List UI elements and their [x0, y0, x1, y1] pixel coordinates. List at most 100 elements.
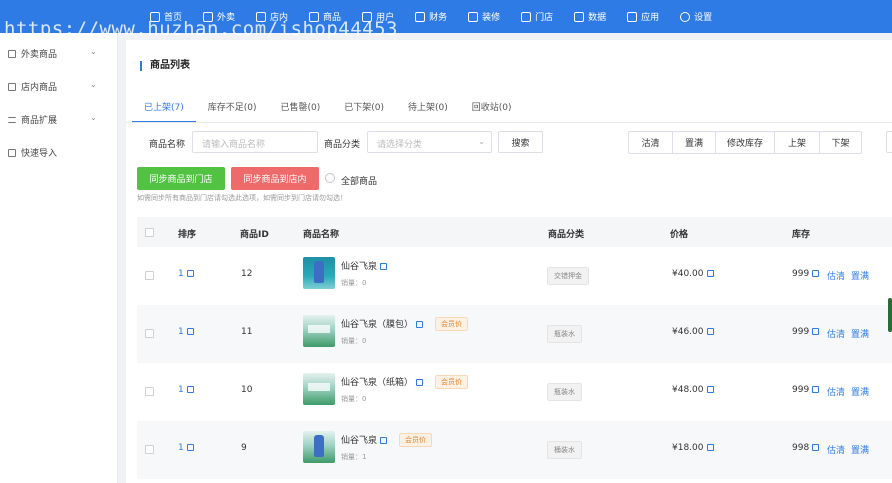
stock[interactable]: 999: [792, 385, 820, 395]
tab-on-sale[interactable]: 已上架(7): [132, 98, 196, 123]
batch-on-shelf-button[interactable]: 上架: [775, 132, 820, 153]
price[interactable]: ¥40.00: [672, 269, 714, 279]
row-sellout-link[interactable]: 估清: [827, 443, 845, 456]
row-fill-link[interactable]: 置满: [851, 385, 869, 398]
row-checkbox[interactable]: [145, 271, 154, 280]
shop-icon: [521, 11, 532, 22]
sidebar-item-instore-goods[interactable]: 店内商品: [8, 80, 57, 93]
tab-recycle-bin[interactable]: 回收站(0): [472, 98, 512, 123]
sidebar-item-quick-import[interactable]: 快速导入: [8, 146, 57, 159]
batch-off-shelf-button[interactable]: 下架: [820, 132, 861, 153]
category-select[interactable]: 请选择分类 ⌄: [367, 131, 492, 153]
nav-item-apps[interactable]: 应用: [627, 10, 659, 23]
scrollbar-handle[interactable]: [888, 298, 892, 332]
edit-icon[interactable]: [380, 263, 388, 270]
search-button[interactable]: 搜索: [498, 131, 543, 153]
table-row: 1 9 仙谷飞泉 会员价 销量：1 桶装水 ¥18.00 998 估清 置满: [137, 421, 892, 479]
col-stock: 库存: [792, 230, 811, 240]
row-sellout-link[interactable]: 估清: [827, 327, 845, 340]
product-name[interactable]: 仙谷飞泉: [341, 259, 388, 272]
row-checkbox[interactable]: [145, 329, 154, 338]
product-sales: 销量：0: [341, 279, 367, 287]
main-panel: 商品列表 已上架(7) 库存不足(0) 已售罄(0) 已下架(0) 待上架(0)…: [126, 40, 892, 483]
stock[interactable]: 999: [792, 327, 820, 337]
edit-icon[interactable]: [186, 444, 194, 451]
finance-icon: [415, 11, 426, 22]
sidebar: 外卖商品 ⌄ 店内商品 ⌄ 商品扩展 ⌄ 快速导入: [0, 33, 118, 483]
edit-icon[interactable]: [812, 386, 820, 393]
edit-icon[interactable]: [706, 444, 714, 451]
data-icon: [574, 11, 585, 22]
tab-off-shelf[interactable]: 已下架(0): [344, 98, 384, 123]
list-icon: [8, 116, 16, 123]
chevron-down-icon[interactable]: ⌄: [90, 113, 97, 122]
stock[interactable]: 998: [792, 443, 820, 453]
sort-value[interactable]: 1: [178, 269, 194, 279]
edit-icon[interactable]: [812, 444, 820, 451]
row-fill-link[interactable]: 置满: [851, 327, 869, 340]
sidebar-item-takeout-goods[interactable]: 外卖商品: [8, 47, 57, 60]
category-tag: 桶装水: [547, 441, 582, 459]
batch-sellout-button[interactable]: 沽清: [629, 132, 673, 153]
chevron-down-icon[interactable]: ⌄: [90, 80, 97, 89]
category-tag: 瓶装水: [547, 383, 582, 401]
nav-item-finance[interactable]: 财务: [415, 10, 447, 23]
sort-value[interactable]: 1: [178, 385, 194, 395]
product-thumbnail: [303, 257, 335, 289]
edit-icon[interactable]: [186, 270, 194, 277]
product-thumbnail: [303, 373, 335, 405]
edit-icon[interactable]: [812, 328, 820, 335]
import-icon: [8, 148, 16, 157]
tab-pending[interactable]: 待上架(0): [408, 98, 448, 123]
row-sellout-link[interactable]: 估清: [827, 385, 845, 398]
product-name[interactable]: 仙谷飞泉（纸箱）: [341, 375, 424, 388]
more-actions-button[interactable]: [886, 131, 892, 153]
table-header: 排序 商品ID 商品名称 商品分类 价格 库存: [137, 217, 892, 247]
product-sales: 销量：0: [341, 337, 367, 345]
row-checkbox[interactable]: [145, 445, 154, 454]
product-name[interactable]: 仙谷飞泉（膜包）: [341, 317, 424, 330]
tab-sold-out[interactable]: 已售罄(0): [281, 98, 321, 123]
nav-item-data[interactable]: 数据: [574, 10, 606, 23]
sync-to-store-button[interactable]: 同步商品到门店: [137, 167, 225, 190]
row-fill-link[interactable]: 置满: [851, 443, 869, 456]
tab-low-stock[interactable]: 库存不足(0): [208, 98, 257, 123]
sidebar-item-goods-extension[interactable]: 商品扩展: [8, 113, 57, 126]
price[interactable]: ¥46.00: [672, 327, 714, 337]
all-goods-radio[interactable]: [325, 173, 335, 183]
nav-item-decorate[interactable]: 装修: [468, 10, 500, 23]
row-fill-link[interactable]: 置满: [851, 269, 869, 282]
price[interactable]: ¥18.00: [672, 443, 714, 453]
edit-icon[interactable]: [706, 386, 714, 393]
chevron-down-icon[interactable]: ⌄: [90, 47, 97, 56]
status-tabs: 已上架(7) 库存不足(0) 已售罄(0) 已下架(0) 待上架(0) 回收站(…: [132, 98, 536, 123]
edit-icon[interactable]: [416, 379, 424, 386]
edit-icon[interactable]: [706, 270, 714, 277]
row-checkbox[interactable]: [145, 387, 154, 396]
product-name[interactable]: 仙谷飞泉: [341, 433, 388, 446]
category-tag: 交错押金: [547, 267, 589, 285]
row-sellout-link[interactable]: 估清: [827, 269, 845, 282]
product-thumbnail: [303, 431, 335, 463]
nav-item-settings[interactable]: 设置: [680, 10, 712, 23]
decorate-icon: [468, 11, 479, 22]
edit-icon[interactable]: [706, 328, 714, 335]
edit-icon[interactable]: [186, 386, 194, 393]
edit-icon[interactable]: [186, 328, 194, 335]
edit-icon[interactable]: [416, 321, 424, 328]
sort-value[interactable]: 1: [178, 327, 194, 337]
goods-id: 9: [241, 443, 247, 453]
price[interactable]: ¥48.00: [672, 385, 714, 395]
sync-to-instore-button[interactable]: 同步商品到店内: [231, 167, 319, 190]
nav-item-shop[interactable]: 门店: [521, 10, 553, 23]
category-filter-label: 商品分类: [324, 140, 361, 150]
batch-edit-stock-button[interactable]: 修改库存: [716, 132, 775, 153]
select-all-checkbox[interactable]: [145, 228, 154, 237]
name-search-input[interactable]: 请输入商品名称: [192, 131, 318, 153]
stock[interactable]: 999: [792, 269, 820, 279]
page-title: 商品列表: [140, 61, 190, 71]
edit-icon[interactable]: [812, 270, 820, 277]
sort-value[interactable]: 1: [178, 443, 194, 453]
batch-fill-button[interactable]: 置满: [673, 132, 716, 153]
edit-icon[interactable]: [380, 437, 388, 444]
